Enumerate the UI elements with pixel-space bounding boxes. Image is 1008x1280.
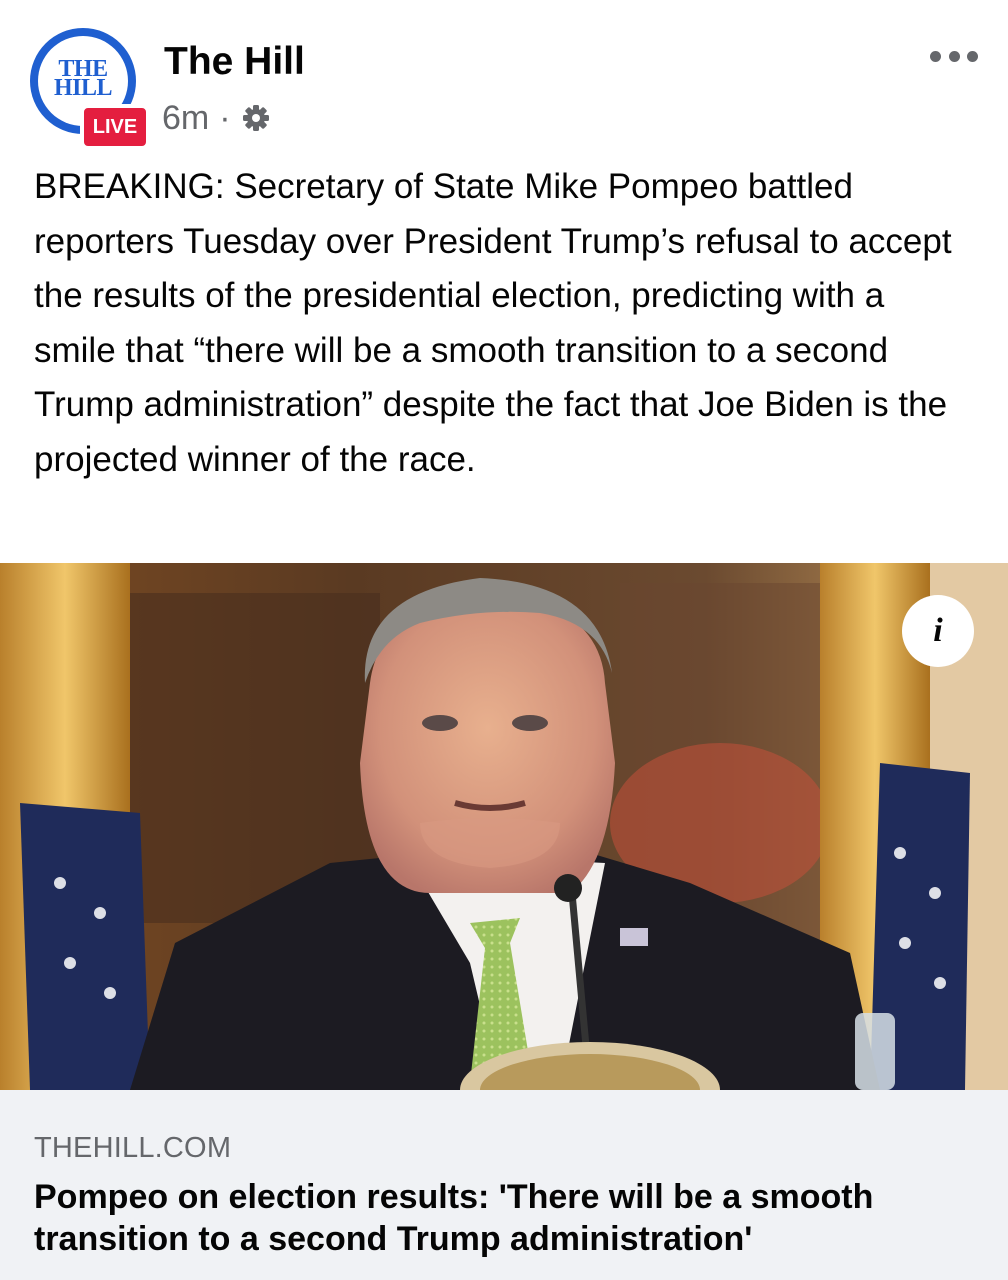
post-meta: 6m · [162, 95, 271, 141]
link-title[interactable]: Pompeo on election results: 'There will … [34, 1176, 984, 1260]
page-avatar[interactable]: THE HILL LIVE [30, 28, 150, 150]
photo-illustration [0, 563, 1008, 1090]
facebook-post: THE HILL LIVE The Hill 6m · BREAKING: Se… [0, 0, 1008, 1280]
link-preview-card[interactable]: THEHILL.COM Pompeo on election results: … [0, 1090, 1008, 1280]
gear-icon [241, 103, 271, 133]
link-domain: THEHILL.COM [34, 1132, 232, 1164]
dot [930, 50, 941, 62]
dot [967, 50, 978, 62]
page-name-link[interactable]: The Hill [164, 40, 305, 84]
avatar-logo-text: THE HILL [38, 57, 128, 101]
meta-separator: · [219, 98, 231, 137]
more-dots-icon[interactable] [930, 44, 978, 68]
avatar-logo-line2: HILL [53, 75, 113, 101]
post-photo[interactable] [0, 563, 1008, 1090]
post-text: BREAKING: Secretary of State Mike Pompeo… [34, 167, 952, 479]
dot [948, 50, 960, 62]
info-icon[interactable]: i [902, 595, 974, 667]
live-badge: LIVE [80, 104, 150, 150]
post-timestamp[interactable]: 6m [162, 99, 209, 138]
